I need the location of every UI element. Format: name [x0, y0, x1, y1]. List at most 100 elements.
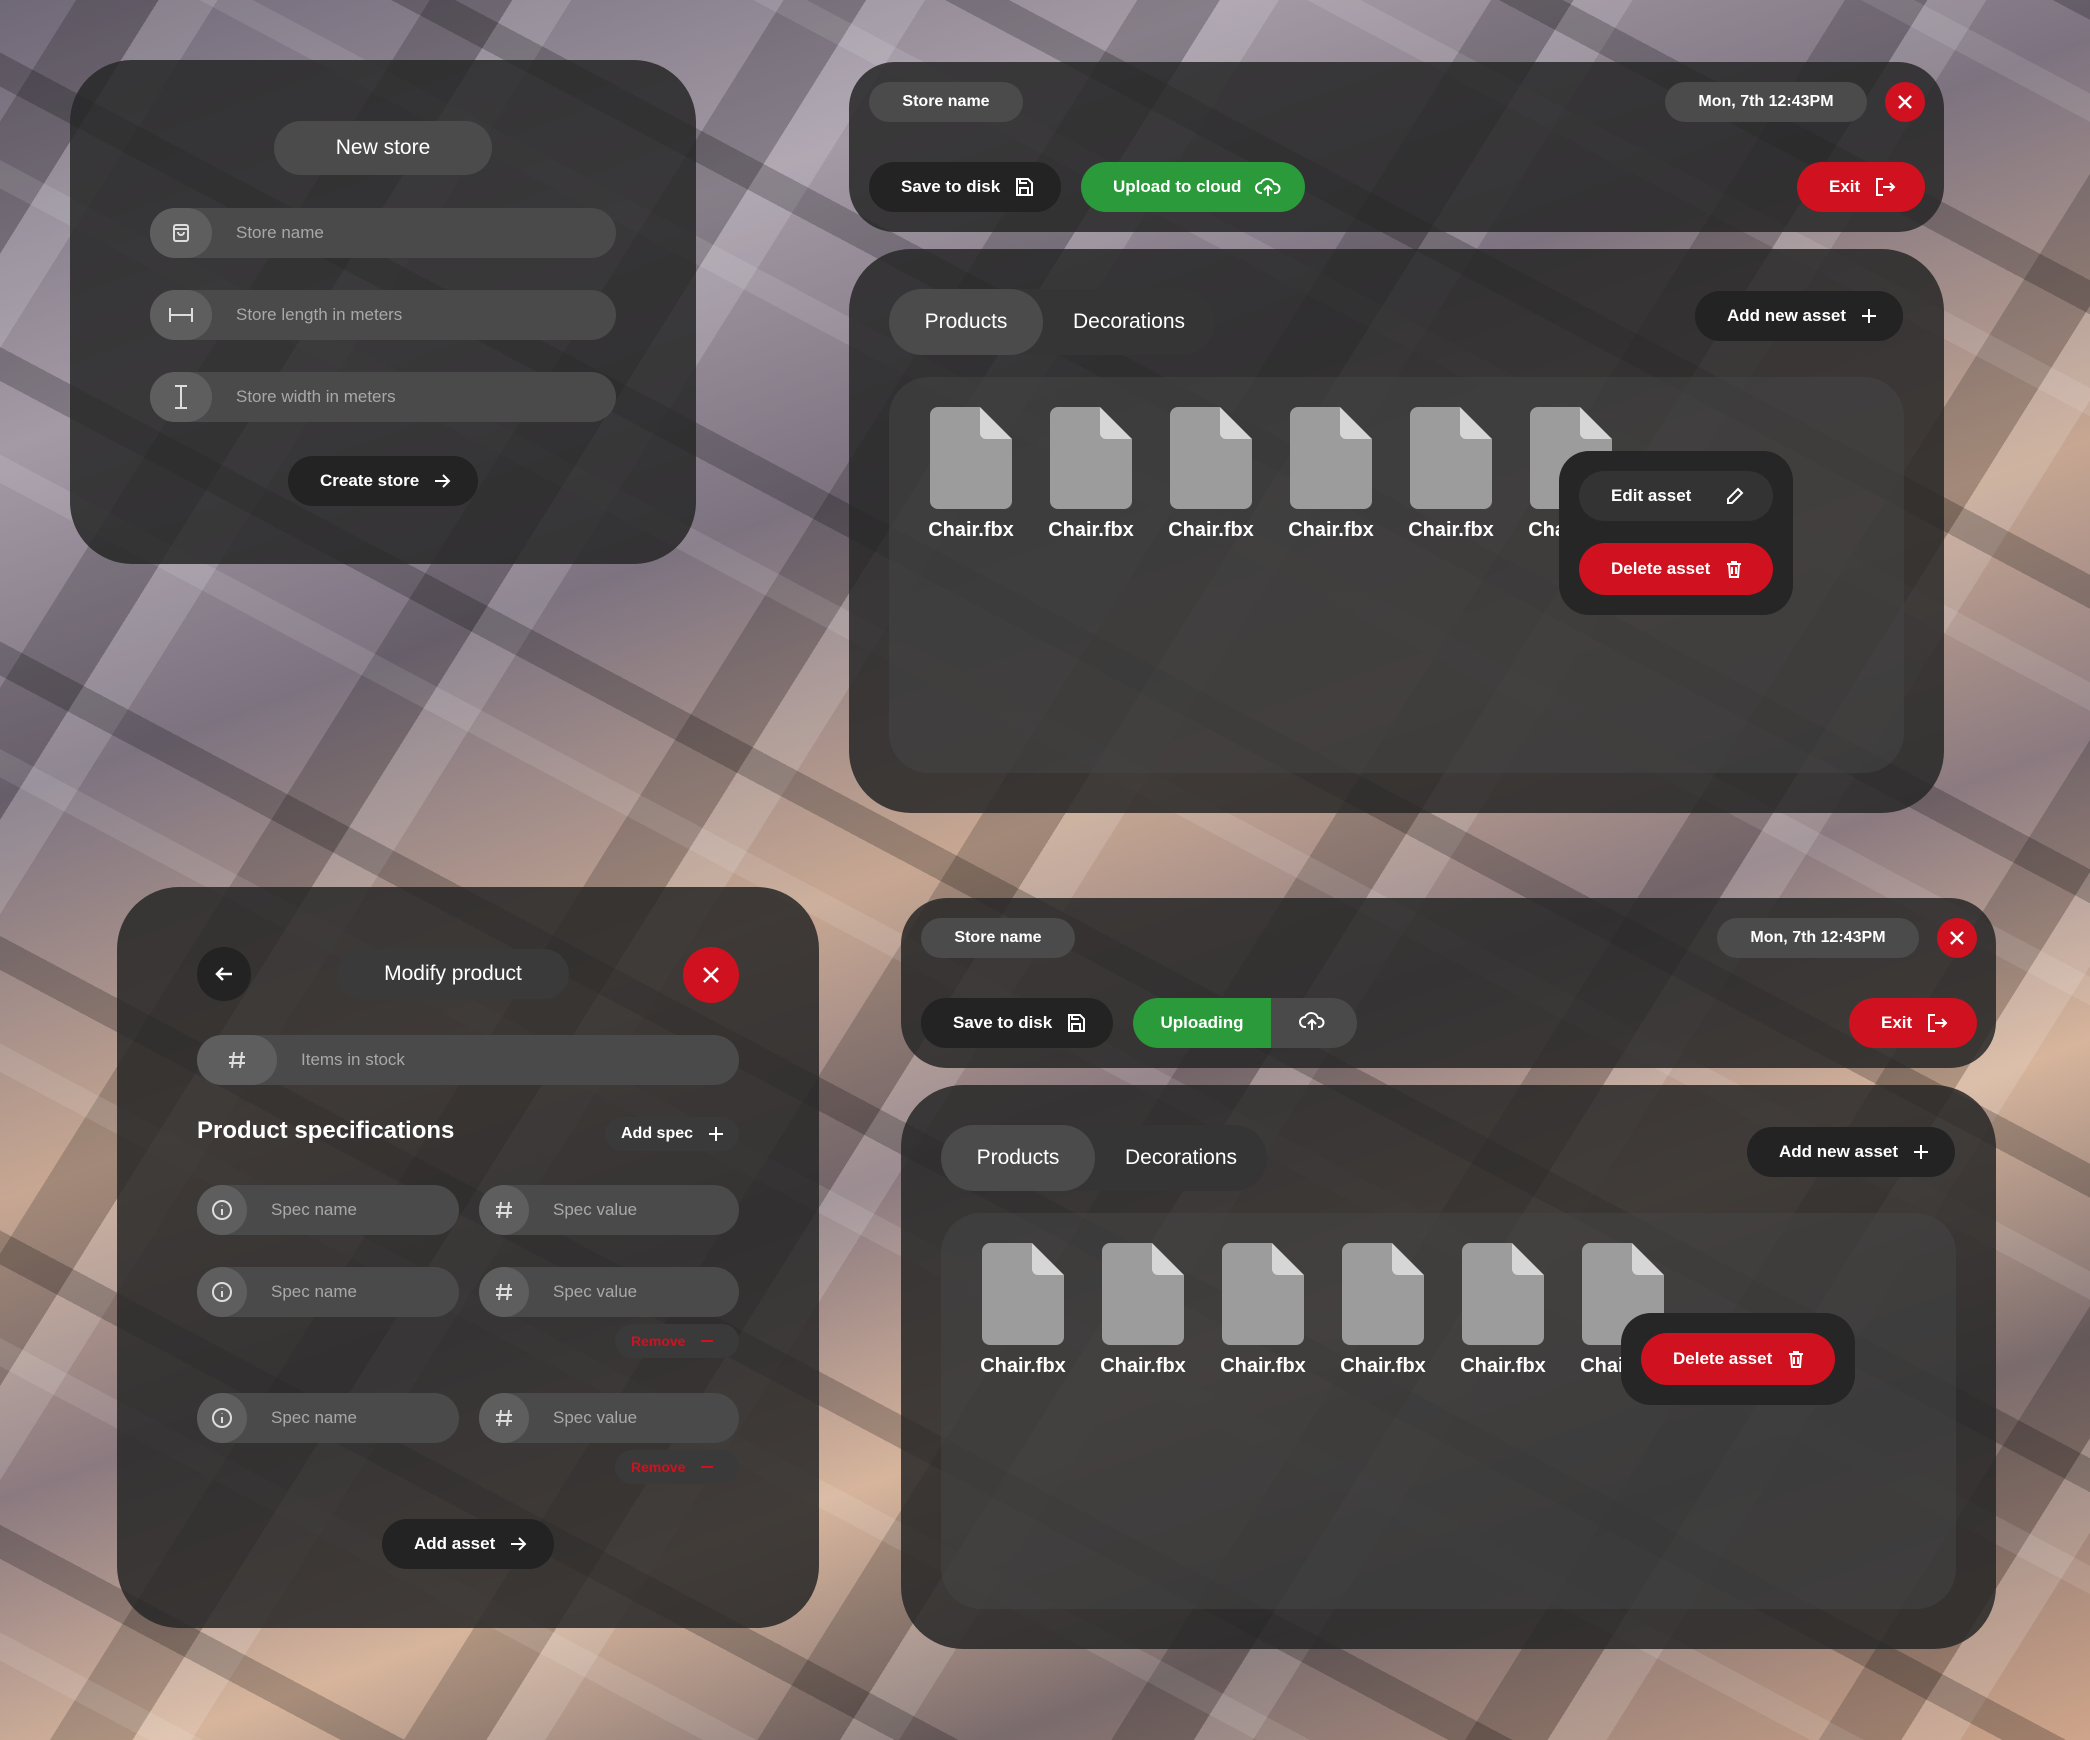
exit-button[interactable]: Exit — [1849, 998, 1977, 1048]
create-store-button[interactable]: Create store — [288, 456, 478, 506]
save-to-disk-button[interactable]: Save to disk — [869, 162, 1061, 212]
remove-spec-button[interactable]: Remove — [615, 1450, 739, 1484]
hash-icon — [479, 1393, 529, 1443]
spec-value-placeholder: Spec value — [553, 1200, 638, 1219]
plus-icon — [1860, 307, 1878, 325]
close-icon — [1898, 95, 1912, 109]
uploading-label: Uploading — [1160, 1013, 1244, 1032]
save-to-disk-label: Save to disk — [953, 1013, 1053, 1032]
add-spec-button[interactable]: Add spec — [605, 1117, 739, 1151]
edit-asset-label: Edit asset — [1611, 486, 1692, 505]
spec-value-field[interactable]: Spec value — [479, 1185, 739, 1235]
file-item[interactable]: Chair.fbx — [978, 1243, 1068, 1378]
edit-asset-button[interactable]: Edit asset — [1579, 471, 1773, 521]
trash-icon — [1724, 559, 1744, 579]
spec-value-field[interactable]: Spec value — [479, 1393, 739, 1443]
file-item[interactable]: Chair.fbx — [926, 407, 1016, 542]
uploading-progress-button[interactable]: Uploading — [1133, 998, 1357, 1048]
file-item[interactable]: Chair.fbx — [1286, 407, 1376, 542]
info-icon — [197, 1267, 247, 1317]
exit-button[interactable]: Exit — [1797, 162, 1925, 212]
save-to-disk-label: Save to disk — [901, 177, 1001, 196]
file-name: Chair.fbx — [1220, 1355, 1306, 1377]
hash-icon — [197, 1035, 277, 1085]
save-to-disk-button[interactable]: Save to disk — [921, 998, 1113, 1048]
plus-icon — [1912, 1143, 1930, 1161]
spec-name-placeholder: Spec name — [271, 1282, 357, 1301]
add-spec-label: Add spec — [621, 1125, 694, 1142]
editor2-tabs: Products Decorations — [941, 1125, 1267, 1191]
info-icon — [197, 1185, 247, 1235]
back-button[interactable] — [197, 947, 251, 1001]
file-item[interactable]: Chair.fbx — [1406, 407, 1496, 542]
store-length-field[interactable]: Store length in meters — [150, 290, 616, 340]
close-icon — [703, 967, 719, 983]
spec-name-field[interactable]: Spec name — [197, 1185, 459, 1235]
file-item[interactable]: Chair.fbx — [1046, 407, 1136, 542]
editor2-asset-grid: Chair.fbx Chair.fbx Chair.fbx Chair.fbx … — [941, 1213, 1956, 1609]
width-icon — [150, 372, 212, 422]
spec-name-field[interactable]: Spec name — [197, 1267, 459, 1317]
add-new-asset-label: Add new asset — [1727, 306, 1847, 325]
add-new-asset-button[interactable]: Add new asset — [1695, 291, 1903, 341]
delete-asset-button[interactable]: Delete asset — [1579, 543, 1773, 595]
file-item[interactable]: Chair.fbx — [1098, 1243, 1188, 1378]
spec-name-field[interactable]: Spec name — [197, 1393, 459, 1443]
new-store-title: New store — [274, 121, 492, 175]
editor1-topbar: Store name Mon, 7th 12:43PM Save to disk… — [849, 62, 1944, 232]
store-width-placeholder: Store width in meters — [236, 387, 396, 406]
file-name: Chair.fbx — [928, 519, 1014, 541]
asset-context-menu: Edit asset Delete asset — [1559, 451, 1793, 615]
arrow-right-icon — [509, 1535, 527, 1553]
add-new-asset-label: Add new asset — [1779, 1142, 1899, 1161]
tab-products[interactable]: Products — [941, 1125, 1095, 1191]
file-name: Chair.fbx — [1460, 1355, 1546, 1377]
minus-icon — [699, 1333, 715, 1349]
file-item[interactable]: Chair.fbx — [1218, 1243, 1308, 1378]
datetime-badge: Mon, 7th 12:43PM — [1717, 918, 1919, 958]
store-name-field[interactable]: Store name — [150, 208, 616, 258]
tab-decorations[interactable]: Decorations — [1043, 289, 1215, 355]
delete-asset-button[interactable]: Delete asset — [1641, 1333, 1835, 1385]
trash-icon — [1786, 1349, 1806, 1369]
add-asset-button[interactable]: Add asset — [382, 1519, 554, 1569]
file-icon — [1410, 407, 1492, 509]
store-name-placeholder: Store name — [236, 223, 324, 242]
tab-decorations[interactable]: Decorations — [1095, 1125, 1267, 1191]
bag-icon — [150, 208, 212, 258]
close-button[interactable] — [1885, 82, 1925, 122]
upload-to-cloud-button[interactable]: Upload to cloud — [1081, 162, 1305, 212]
hash-icon — [479, 1267, 529, 1317]
file-item[interactable]: Chair.fbx — [1166, 407, 1256, 542]
close-button[interactable] — [683, 947, 739, 1003]
add-asset-label: Add asset — [414, 1534, 496, 1553]
file-item[interactable]: Chair.fbx — [1458, 1243, 1548, 1378]
exit-label: Exit — [1829, 177, 1861, 196]
hash-icon — [479, 1185, 529, 1235]
close-button[interactable] — [1937, 918, 1977, 958]
plus-icon — [707, 1125, 725, 1143]
editor2-topbar: Store name Mon, 7th 12:43PM Save to disk… — [901, 898, 1996, 1068]
remove-spec-button[interactable]: Remove — [615, 1324, 739, 1358]
specs-heading: Product specifications — [197, 1117, 455, 1144]
tab-products[interactable]: Products — [889, 289, 1043, 355]
items-in-stock-field[interactable]: Items in stock — [197, 1035, 739, 1085]
file-name: Chair.fbx — [980, 1355, 1066, 1377]
file-name: Chair.fbx — [1048, 519, 1134, 541]
file-item[interactable]: Chair.fbx — [1338, 1243, 1428, 1378]
file-icon — [1462, 1243, 1544, 1345]
file-icon — [1290, 407, 1372, 509]
add-new-asset-button[interactable]: Add new asset — [1747, 1127, 1955, 1177]
spec-name-placeholder: Spec name — [271, 1408, 357, 1427]
datetime-badge: Mon, 7th 12:43PM — [1665, 82, 1867, 122]
file-name: Chair.fbx — [1408, 519, 1494, 541]
asset-context-menu: Delete asset — [1621, 1313, 1855, 1405]
floppy-icon — [1066, 1013, 1086, 1033]
file-icon — [1102, 1243, 1184, 1345]
editor1-assets-panel: Products Decorations Add new asset Chair… — [849, 249, 1944, 813]
store-width-field[interactable]: Store width in meters — [150, 372, 616, 422]
spec-name-placeholder: Spec name — [271, 1200, 357, 1219]
length-icon — [150, 290, 212, 340]
spec-value-field[interactable]: Spec value — [479, 1267, 739, 1317]
arrow-right-icon — [433, 472, 451, 490]
